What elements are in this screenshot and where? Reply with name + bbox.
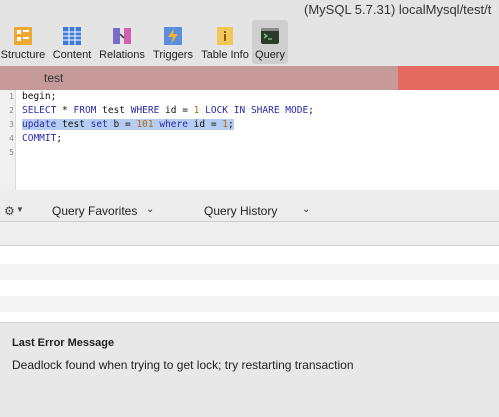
code-line: begin;	[22, 91, 57, 102]
toolbar-query-label: Query	[255, 49, 285, 61]
chevron-down-icon[interactable]: ⌄	[146, 204, 154, 215]
tab-bar: test	[0, 66, 499, 90]
query-history-button[interactable]: Query History	[204, 204, 277, 218]
error-panel: Last Error Message Deadlock found when t…	[0, 322, 499, 417]
query-icon	[260, 26, 280, 46]
toolbar-content-label: Content	[52, 49, 92, 61]
toolbar-relations-button[interactable]: Relations	[98, 20, 146, 64]
table-row	[0, 264, 499, 280]
query-editor[interactable]: 1 2 3 4 5 begin; SELECT * FROM test WHER…	[0, 90, 499, 200]
error-title: Last Error Message	[12, 337, 115, 349]
error-message: Deadlock found when trying to get lock; …	[12, 358, 354, 372]
code-line: SELECT * FROM test WHERE id = 1 LOCK IN …	[22, 105, 314, 116]
line-number-gutter: 1 2 3 4 5	[0, 90, 16, 190]
content-icon	[62, 26, 82, 46]
gear-icon[interactable]: ⚙	[4, 204, 15, 218]
chevron-down-icon[interactable]: ▼	[16, 205, 24, 214]
toolbar-table-info-button[interactable]: Table Info	[200, 20, 250, 64]
results-header	[0, 222, 499, 246]
tab-secondary[interactable]	[398, 66, 499, 90]
triggers-icon	[163, 26, 183, 46]
query-toolbar: ⚙ ▼ Query Favorites ⌄ Query History ⌄	[0, 200, 499, 222]
chevron-down-icon[interactable]: ⌄	[302, 204, 310, 215]
toolbar-triggers-label: Triggers	[153, 49, 193, 61]
relations-icon	[112, 26, 132, 46]
line-number: 2	[9, 106, 14, 115]
results-table[interactable]	[0, 222, 499, 322]
code-line: COMMIT;	[22, 133, 63, 144]
toolbar-content-button[interactable]: Content	[50, 20, 94, 64]
line-number: 3	[9, 120, 14, 129]
toolbar-structure-label: Structure	[0, 49, 46, 61]
window-titlebar: (MySQL 5.7.31) localMysql/test/t Structu…	[0, 0, 499, 66]
window-title: (MySQL 5.7.31) localMysql/test/t	[304, 2, 492, 17]
line-number: 4	[9, 134, 14, 143]
editor-footer	[0, 190, 499, 200]
structure-icon	[13, 26, 33, 46]
toolbar-triggers-button[interactable]: Triggers	[150, 20, 196, 64]
line-number: 5	[9, 148, 14, 157]
table-row	[0, 296, 499, 312]
toolbar-query-button[interactable]: Query	[252, 20, 288, 64]
table-info-icon	[215, 26, 235, 46]
code-line: update test set b = 101 where id = 1;	[22, 119, 234, 130]
toolbar-table-info-label: Table Info	[201, 49, 249, 61]
line-number: 1	[9, 92, 14, 101]
toolbar-structure-button[interactable]: Structure	[0, 20, 46, 64]
tab-test[interactable]: test	[0, 66, 398, 90]
tab-test-label: test	[44, 71, 64, 85]
toolbar-relations-label: Relations	[99, 49, 145, 61]
query-favorites-button[interactable]: Query Favorites	[52, 204, 137, 218]
